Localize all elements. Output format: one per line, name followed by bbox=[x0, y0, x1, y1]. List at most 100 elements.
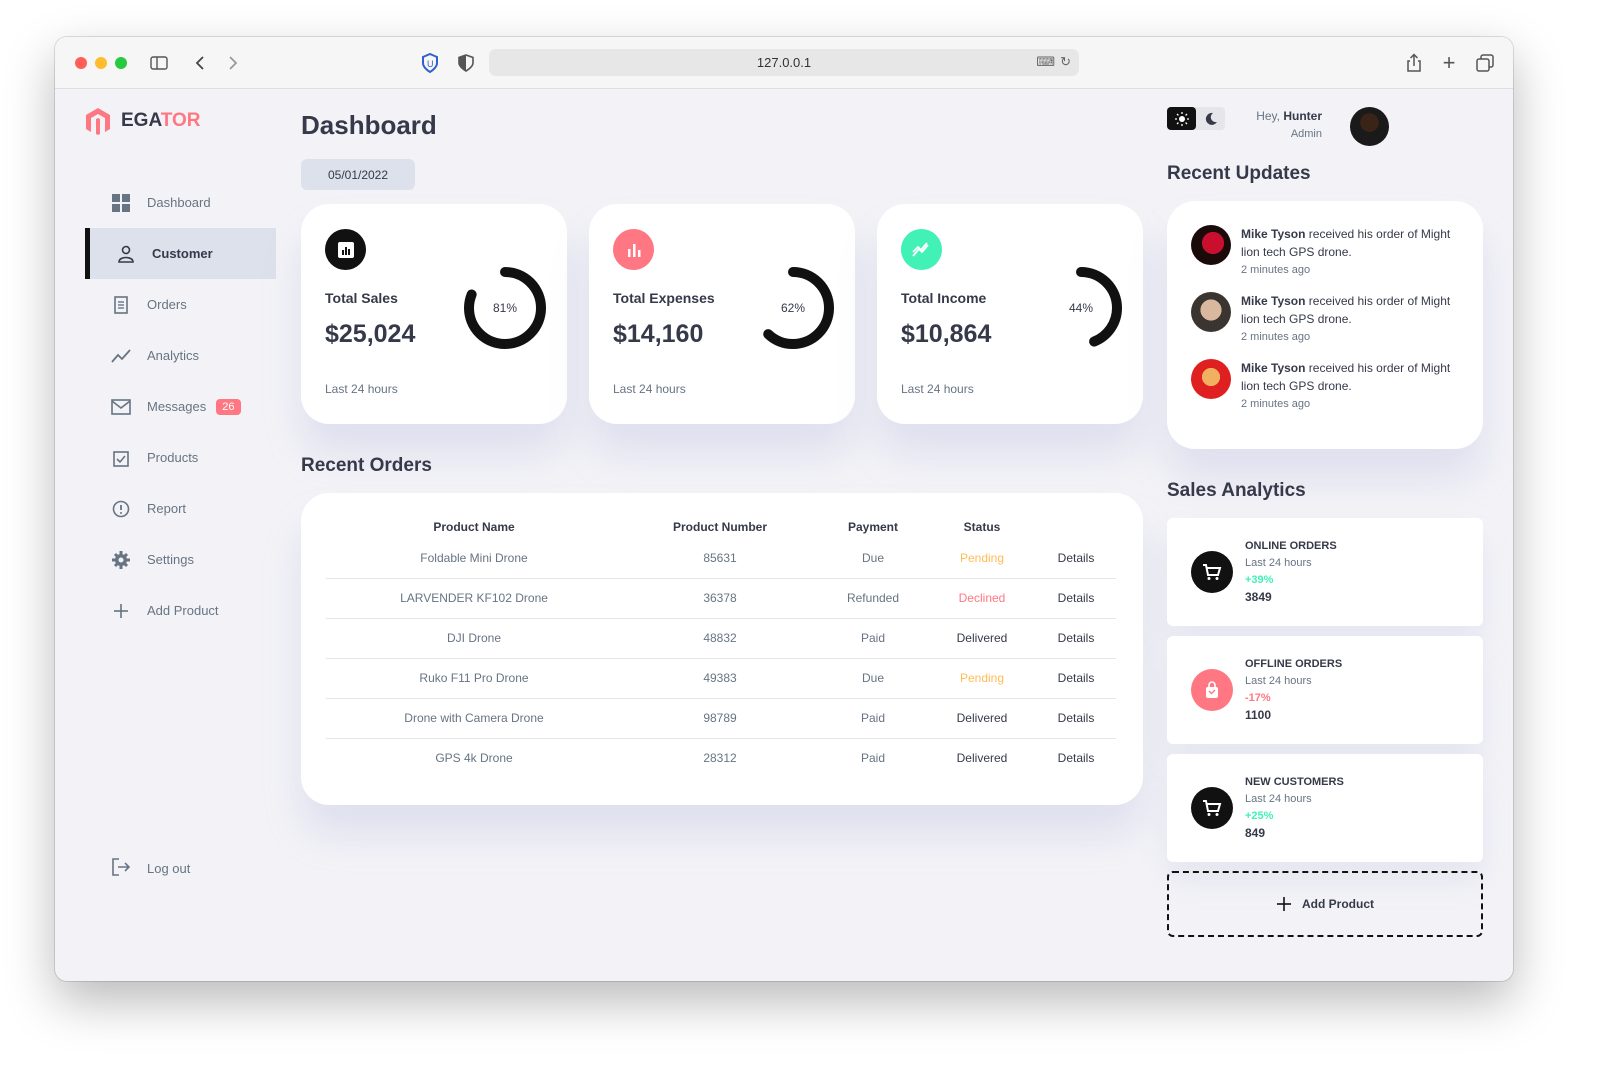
product-name-cell: LARVENDER KF102 Drone bbox=[326, 578, 622, 619]
date-input[interactable]: 05/01/2022 bbox=[301, 159, 415, 190]
status-cell: Delivered bbox=[928, 698, 1036, 739]
gear-icon bbox=[111, 550, 131, 570]
top-right-bar: Hey, Hunter Admin bbox=[1167, 107, 1487, 147]
card-title: Total Sales bbox=[325, 290, 398, 306]
add-product-button[interactable]: Add Product bbox=[1167, 871, 1483, 937]
svg-text:U: U bbox=[427, 59, 434, 69]
card-subtitle: Last 24 hours bbox=[325, 382, 398, 396]
details-link[interactable]: Details bbox=[1036, 698, 1116, 739]
sidebar-item-products[interactable]: Products bbox=[85, 432, 276, 483]
payment-cell: Due bbox=[818, 658, 928, 699]
analytics-value: 3849 bbox=[1245, 590, 1272, 604]
maximize-window-button[interactable] bbox=[115, 57, 127, 69]
theme-toggle[interactable] bbox=[1167, 107, 1225, 130]
recent-orders-heading: Recent Orders bbox=[301, 455, 432, 476]
update-time: 2 minutes ago bbox=[1241, 331, 1311, 343]
details-link[interactable]: Details bbox=[1036, 738, 1116, 778]
sidebar-item-label: Dashboard bbox=[147, 195, 211, 210]
details-link[interactable]: Details bbox=[1036, 538, 1116, 579]
analytics-title: OFFLINE ORDERS bbox=[1245, 658, 1343, 670]
sidebar-item-label: Add Product bbox=[147, 603, 219, 618]
sidebar-item-orders[interactable]: Orders bbox=[85, 279, 276, 330]
sidebar-item-customer[interactable]: Customer bbox=[85, 228, 276, 279]
avatar[interactable] bbox=[1350, 107, 1389, 146]
moon-icon[interactable] bbox=[1196, 107, 1225, 130]
trend-icon bbox=[111, 346, 131, 366]
sidebar-toggle-icon[interactable] bbox=[147, 51, 171, 75]
column-header: Payment bbox=[847, 520, 899, 534]
brand-logo[interactable]: EGATOR bbox=[85, 107, 201, 135]
recent-orders-panel: Product Name Product Number Payment Stat… bbox=[301, 493, 1143, 805]
sidebar-item-add-product[interactable]: Add Product bbox=[85, 585, 276, 636]
logout-button[interactable]: Log out bbox=[85, 843, 190, 894]
privacy-shield-icon[interactable] bbox=[454, 51, 478, 75]
analytics-subtitle: Last 24 hours bbox=[1245, 675, 1312, 687]
forward-icon[interactable] bbox=[221, 51, 245, 75]
card-value: $25,024 bbox=[325, 320, 416, 348]
sidebar-item-analytics[interactable]: Analytics bbox=[85, 330, 276, 381]
product-name-cell: Foldable Mini Drone bbox=[326, 538, 622, 579]
user-greeting: Hey, Hunter Admin bbox=[1227, 109, 1322, 140]
avatar bbox=[1191, 225, 1231, 265]
sidebar-item-dashboard[interactable]: Dashboard bbox=[85, 177, 276, 228]
product-name-cell: Ruko F11 Pro Drone bbox=[326, 658, 622, 699]
analytics-value: 1100 bbox=[1245, 708, 1272, 722]
bar-chart-icon bbox=[613, 229, 654, 270]
status-cell: Pending bbox=[928, 538, 1036, 579]
status-cell: Delivered bbox=[928, 618, 1036, 659]
stocks-icon bbox=[901, 229, 942, 270]
reload-icon[interactable]: ↻ bbox=[1060, 54, 1071, 70]
sidebar-item-messages[interactable]: Messages 26 bbox=[85, 381, 276, 432]
address-bar[interactable]: 127.0.0.1 ⌨ ↻ bbox=[489, 49, 1079, 76]
table-row: Drone with Camera Drone 98789 Paid Delivere… bbox=[326, 698, 1116, 739]
add-product-label: Add Product bbox=[1302, 897, 1374, 911]
card-title: Total Income bbox=[901, 290, 987, 306]
recent-updates-panel: Mike Tyson received his order of Might l… bbox=[1167, 201, 1483, 449]
analytics-change: +39% bbox=[1245, 574, 1274, 586]
total-income-card: Total Income $10,864 Last 24 hours 44% bbox=[877, 204, 1143, 424]
product-number-cell: 36378 bbox=[622, 578, 818, 619]
brand-name: EGATOR bbox=[121, 110, 201, 131]
browser-window: U 127.0.0.1 ⌨ ↻ + EGATOR Dashboard Custo… bbox=[55, 37, 1513, 981]
logout-icon bbox=[111, 858, 131, 879]
product-name-cell: GPS 4k Drone bbox=[435, 751, 513, 766]
new-tab-icon[interactable]: + bbox=[1437, 50, 1461, 75]
url-text: 127.0.0.1 bbox=[756, 55, 812, 70]
table-row: Foldable Mini Drone 85631 Due Pending Detail… bbox=[326, 538, 1116, 579]
recent-updates-heading: Recent Updates bbox=[1167, 163, 1311, 184]
card-percent: 62% bbox=[780, 301, 806, 315]
sidebar-item-report[interactable]: Report bbox=[85, 483, 276, 534]
offline-orders-card: OFFLINE ORDERS Last 24 hours -17% 1100 bbox=[1167, 636, 1483, 744]
details-link[interactable]: Details bbox=[1036, 578, 1116, 619]
share-icon[interactable] bbox=[1402, 51, 1426, 75]
sun-icon[interactable] bbox=[1167, 107, 1196, 130]
sidebar-item-label: Settings bbox=[147, 552, 194, 567]
minimize-window-button[interactable] bbox=[95, 57, 107, 69]
back-icon[interactable] bbox=[188, 51, 212, 75]
card-subtitle: Last 24 hours bbox=[901, 382, 974, 396]
messages-count-badge: 26 bbox=[216, 398, 241, 415]
translate-icon[interactable]: ⌨ bbox=[1036, 54, 1055, 70]
sidebar-item-settings[interactable]: Settings bbox=[85, 534, 276, 585]
card-value: $14,160 bbox=[613, 320, 704, 348]
product-number-cell: 85631 bbox=[622, 538, 818, 579]
sidebar-item-label: Analytics bbox=[147, 348, 200, 363]
product-number-cell: 98789 bbox=[622, 698, 818, 739]
clipboard-check-icon bbox=[111, 448, 131, 468]
tab-overview-icon[interactable] bbox=[1473, 51, 1497, 75]
avatar bbox=[1191, 359, 1231, 399]
avatar bbox=[1191, 292, 1231, 332]
payment-cell: Refunded bbox=[818, 578, 928, 619]
details-link[interactable]: Details bbox=[1036, 618, 1116, 659]
card-value: $10,864 bbox=[901, 320, 992, 348]
plus-icon bbox=[111, 601, 131, 621]
total-expenses-card: Total Expenses $14,160 Last 24 hours 62% bbox=[589, 204, 855, 424]
update-time: 2 minutes ago bbox=[1241, 264, 1311, 276]
card-percent: 81% bbox=[492, 301, 518, 315]
sidebar-item-label: Customer bbox=[152, 246, 213, 261]
shield-icon[interactable]: U bbox=[418, 51, 442, 75]
details-link[interactable]: Details bbox=[1036, 658, 1116, 699]
mail-icon bbox=[111, 397, 131, 417]
close-window-button[interactable] bbox=[75, 57, 87, 69]
payment-cell: Due bbox=[818, 538, 928, 579]
